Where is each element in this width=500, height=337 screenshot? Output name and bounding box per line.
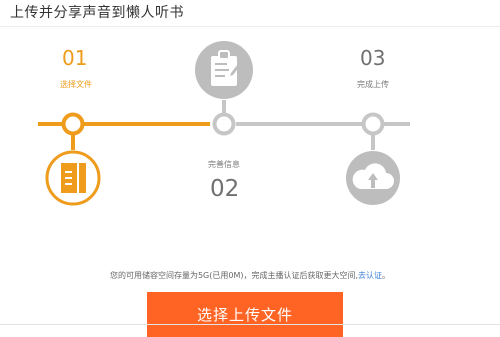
step-1-label: 选择文件 [60,80,92,89]
step-3-label: 完成上传 [357,80,389,89]
step-3-number: 03 [360,46,386,70]
step-3-node [361,112,385,136]
step-2-node [212,112,236,136]
bottom-divider [0,324,500,325]
step-1-number: 01 [62,46,88,70]
storage-quota-text: 您的可用储容空间存量为5G(已用0M)，完成主播认证后获取更大空间, [109,271,359,280]
storage-quota-note: 您的可用储容空间存量为5G(已用0M)，完成主播认证后获取更大空间,去认证。 [0,270,500,281]
clipboard-icon [195,41,253,99]
step-1-node [61,112,85,136]
storage-quota-trailing: 。 [382,271,391,280]
file-icon [45,150,101,206]
step-2-label: 完善信息 [208,160,240,169]
select-upload-file-button[interactable]: 选择上传文件 [147,292,343,337]
verify-link[interactable]: 去认证 [358,271,382,280]
cloud-upload-icon [346,151,400,205]
step-2-number: 02 [210,176,240,202]
